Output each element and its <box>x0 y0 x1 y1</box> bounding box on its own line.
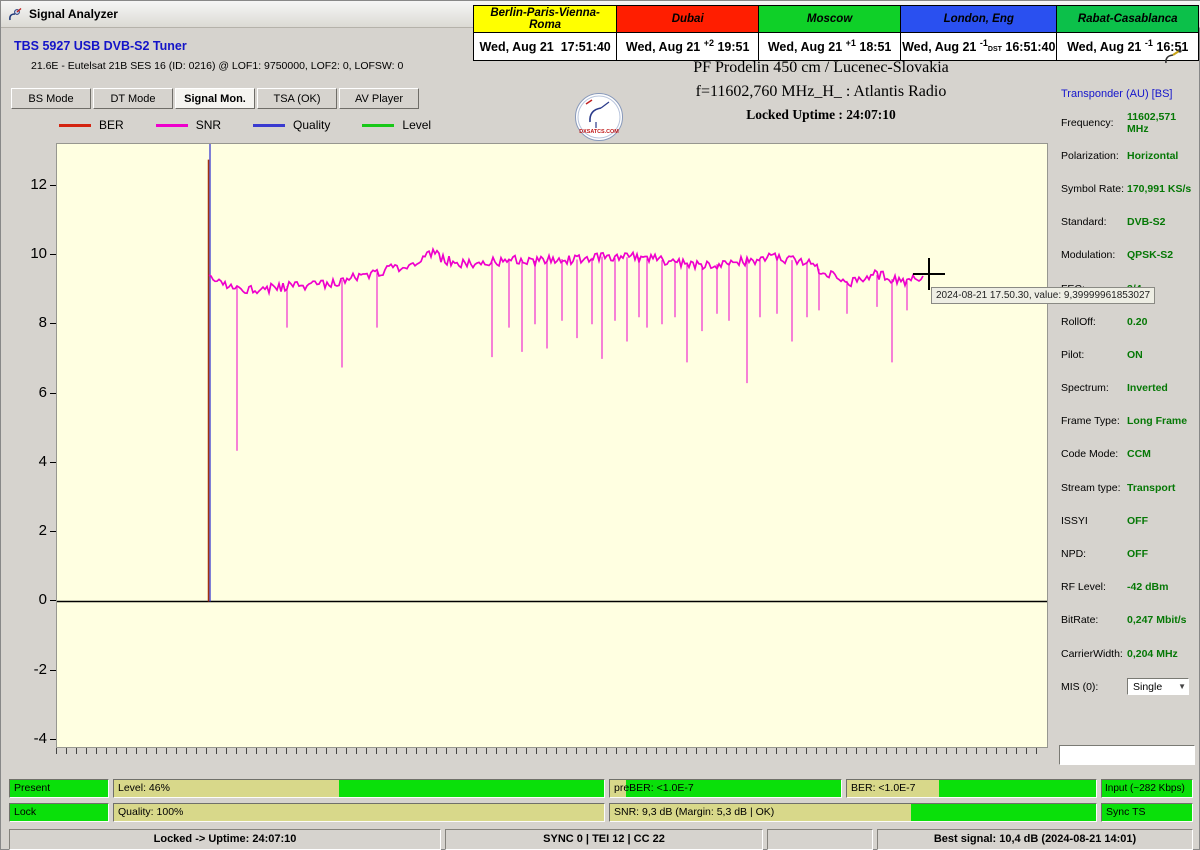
signal-analyzer-window: { "window": { "title": "Signal Analyzer"… <box>0 0 1200 850</box>
transponder-row: Polarization:Horizontal <box>1057 139 1197 172</box>
clock-city: Dubai <box>617 6 759 33</box>
y-tick-label: 0 <box>3 591 47 608</box>
mis-row: MIS (0): Single▼ <box>1057 670 1197 703</box>
site-header: PF Prodelin 450 cm / Lucenec-Slovakia f=… <box>586 56 1056 126</box>
legend-item-snr: SNR <box>156 118 221 132</box>
transponder-row: Standard:DVB-S2 <box>1057 206 1197 239</box>
uptime-line: Locked Uptime : 24:07:10 <box>586 104 1056 126</box>
y-tick-label: -4 <box>3 730 47 747</box>
ber-bar: BER: <1.0E-7 <box>846 779 1097 798</box>
chart-tooltip: 2024-08-21 17.50.30, value: 9,3999996185… <box>931 287 1155 304</box>
statusbar-empty <box>767 829 873 850</box>
legend-item-ber: BER <box>59 118 124 132</box>
transponder-row: RF Level:-42 dBm <box>1057 571 1197 604</box>
y-tick-label: 12 <box>3 176 47 193</box>
chart-legend: BER SNR Quality Level <box>59 118 431 132</box>
x-axis-ticks <box>56 748 1046 754</box>
signal-chart-plot[interactable] <box>56 143 1048 748</box>
transponder-row: RollOff:0.20 <box>1057 305 1197 338</box>
transponder-row: NPD:OFF <box>1057 537 1197 570</box>
y-tick-label: 8 <box>3 314 47 331</box>
transponder-row: Frequency:11602,571 MHz <box>1057 106 1197 139</box>
ber-color-swatch <box>59 124 91 127</box>
transponder-row: Pilot:ON <box>1057 338 1197 371</box>
level-bar: Level: 46% <box>113 779 605 798</box>
y-tick-label: 2 <box>3 522 47 539</box>
tab-dt-mode[interactable]: DT Mode <box>93 88 173 109</box>
tab-tsa[interactable]: TSA (OK) <box>257 88 337 109</box>
transponder-row: CarrierWidth:0,204 MHz <box>1057 637 1197 670</box>
quality-bar: Quality: 100% <box>113 803 605 822</box>
transponder-row: Stream type:Transport <box>1057 471 1197 504</box>
y-tick-label: 4 <box>3 453 47 470</box>
tab-bs-mode[interactable]: BS Mode <box>11 88 91 109</box>
transponder-row: Symbol Rate:170,991 KS/s <box>1057 172 1197 205</box>
mode-tabs: BS Mode DT Mode Signal Mon. TSA (OK) AV … <box>11 88 419 109</box>
lock-indicator: Lock <box>9 803 109 822</box>
transponder-row: ISSYIOFF <box>1057 504 1197 537</box>
tab-av-player[interactable]: AV Player <box>339 88 419 109</box>
input-indicator: Input (~282 Kbps) <box>1101 779 1193 798</box>
frequency-line: f=11602,760 MHz_H_ : Atlantis Radio <box>586 80 1056 104</box>
statusbar-sync-info: SYNC 0 | TEI 12 | CC 22 <box>445 829 763 850</box>
mis-dropdown[interactable]: Single▼ <box>1127 678 1189 695</box>
site-name: PF Prodelin 450 cm / Lucenec-Slovakia <box>586 56 1056 80</box>
transponder-row: Code Mode:CCM <box>1057 438 1197 471</box>
crosshair-horizontal <box>913 273 945 275</box>
transponder-row: Spectrum:Inverted <box>1057 372 1197 405</box>
world-clock-strip: Berlin-Paris-Vienna-Roma Dubai Moscow Lo… <box>473 5 1199 61</box>
tuner-details: 21.6E - Eutelsat 21B SES 16 (ID: 0216) @… <box>31 60 403 72</box>
svg-text:DXSATCS.COM: DXSATCS.COM <box>579 129 619 135</box>
statusbar-best-signal: Best signal: 10,4 dB (2024-08-21 14:01) <box>877 829 1193 850</box>
level-color-swatch <box>362 124 394 127</box>
statusbar-lock-uptime: Locked -> Uptime: 24:07:10 <box>9 829 441 850</box>
transponder-row: BitRate:0,247 Mbit/s <box>1057 604 1197 637</box>
sync-ts-indicator: Sync TS <box>1101 803 1193 822</box>
tab-signal-mon[interactable]: Signal Mon. <box>175 88 255 109</box>
preber-bar: preBER: <1.0E-7 <box>609 779 842 798</box>
clock-city: Berlin-Paris-Vienna-Roma <box>474 6 617 33</box>
snr-color-swatch <box>156 124 188 127</box>
present-indicator: Present <box>9 779 109 798</box>
clock-city: Moscow <box>759 6 901 33</box>
clock-city: London, Eng <box>901 6 1057 33</box>
legend-item-level: Level <box>362 118 431 132</box>
transponder-row: Frame Type:Long Frame <box>1057 405 1197 438</box>
transponder-panel: Transponder (AU) [BS] Frequency:11602,57… <box>1057 86 1197 703</box>
y-tick-label: 6 <box>3 384 47 401</box>
legend-item-quality: Quality <box>253 118 330 132</box>
window-title: Signal Analyzer <box>29 7 118 21</box>
transponder-panel-title: Transponder (AU) [BS] <box>1061 88 1197 100</box>
clock-city: Rabat-Casablanca <box>1057 6 1199 33</box>
transponder-row: Modulation:QPSK-S2 <box>1057 239 1197 272</box>
app-icon <box>8 7 23 22</box>
y-tick-label: -2 <box>3 661 47 678</box>
dxsatcs-logo: DXSATCS.COM <box>575 93 623 141</box>
quality-color-swatch <box>253 124 285 127</box>
panel-footer-box <box>1059 745 1195 765</box>
satellite-icon <box>1163 49 1185 70</box>
y-tick-label: 10 <box>3 245 47 262</box>
tuner-name: TBS 5927 USB DVB-S2 Tuner <box>14 39 187 53</box>
snr-bar: SNR: 9,3 dB (Margin: 5,3 dB | OK) <box>609 803 1097 822</box>
chevron-down-icon: ▼ <box>1178 682 1186 691</box>
